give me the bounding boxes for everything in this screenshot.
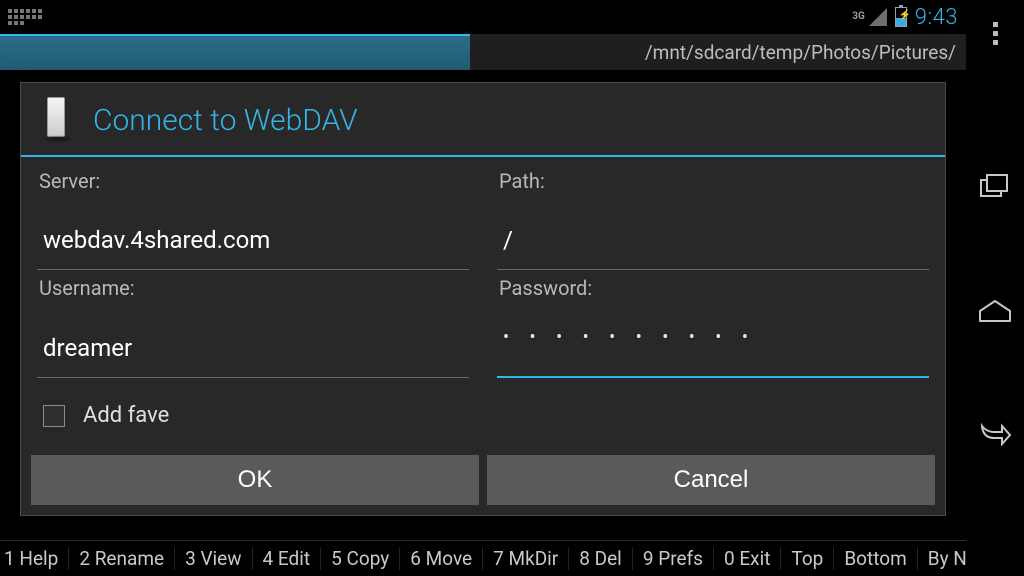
- recent-apps-icon[interactable]: [978, 170, 1012, 204]
- toolbar-item[interactable]: 9 Prefs: [633, 547, 714, 570]
- toolbar-item[interactable]: 8 Del: [569, 547, 633, 570]
- add-fave-label: Add fave: [83, 403, 169, 428]
- toolbar-item[interactable]: By N: [918, 547, 966, 570]
- network-3g-label: 3G: [852, 12, 865, 22]
- path-input[interactable]: [497, 213, 929, 270]
- clock: 9:43: [915, 5, 958, 30]
- system-nav-bar: [966, 0, 1024, 576]
- toolbar-item[interactable]: 0 Exit: [714, 547, 781, 570]
- menu-icon[interactable]: [978, 16, 1012, 50]
- breadcrumb[interactable]: /mnt/sdcard/temp/Photos/Pictures/: [645, 41, 966, 64]
- keyboard-icon: [8, 5, 42, 29]
- username-input[interactable]: [37, 320, 469, 378]
- toolbar-item[interactable]: Bottom: [834, 547, 917, 570]
- battery-icon: ⚡: [895, 7, 907, 27]
- toolbar-item[interactable]: 6 Move: [400, 547, 483, 570]
- cancel-button[interactable]: Cancel: [487, 455, 935, 505]
- home-icon[interactable]: [978, 294, 1012, 328]
- toolbar-item[interactable]: Top: [781, 547, 834, 570]
- ok-button[interactable]: OK: [31, 455, 479, 505]
- app-header: /mnt/sdcard/temp/Photos/Pictures/: [0, 34, 966, 70]
- dialog-title: Connect to WebDAV: [93, 103, 358, 138]
- toolbar-item[interactable]: 1 Help: [0, 547, 69, 570]
- signal-icon: [869, 8, 887, 26]
- active-panel-indicator[interactable]: [0, 34, 470, 70]
- toolbar-item[interactable]: 3 View: [175, 547, 252, 570]
- path-label: Path:: [497, 165, 929, 211]
- username-label: Username:: [37, 272, 469, 318]
- add-fave-checkbox[interactable]: [43, 405, 65, 427]
- password-input[interactable]: • • • • • • • • • •: [497, 320, 929, 378]
- status-bar: 3G ⚡ 9:43: [0, 0, 966, 34]
- server-label: Server:: [37, 165, 469, 211]
- toolbar-item[interactable]: 4 Edit: [253, 547, 322, 570]
- password-label: Password:: [497, 272, 929, 318]
- back-icon[interactable]: [978, 418, 1012, 452]
- toolbar-item[interactable]: 5 Copy: [321, 547, 400, 570]
- toolbar-item[interactable]: 2 Rename: [69, 547, 175, 570]
- webdav-connect-dialog: Connect to WebDAV Server: Path: Username…: [20, 82, 946, 516]
- server-icon: [39, 97, 79, 143]
- toolbar-item[interactable]: 7 MkDir: [483, 547, 569, 570]
- server-input[interactable]: [37, 213, 469, 270]
- bottom-toolbar: 1 Help 2 Rename 3 View 4 Edit 5 Copy 6 M…: [0, 540, 966, 576]
